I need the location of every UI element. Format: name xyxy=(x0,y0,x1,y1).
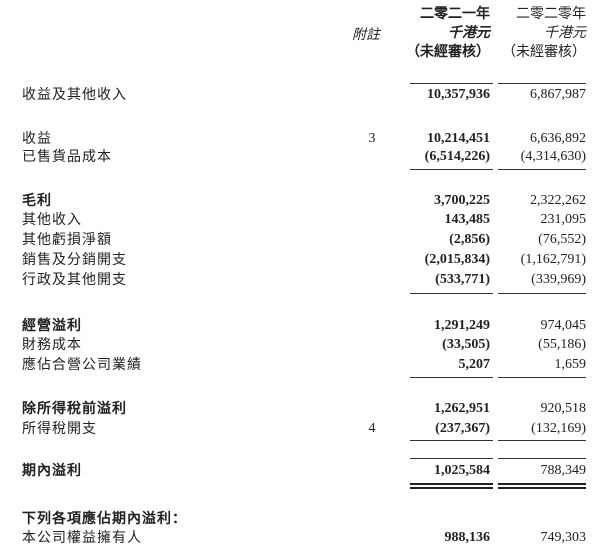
table-row: 其他虧損淨額 (2,856) (76,552) xyxy=(0,229,600,251)
previous-value: (1,162,791) xyxy=(520,252,586,267)
current-value: (533,771) xyxy=(435,272,490,287)
previous-value: 788,349 xyxy=(540,463,587,478)
row-label: 銷售及分銷開支 xyxy=(22,252,127,268)
current-column-rule xyxy=(410,440,493,441)
table-row: 收益及其他收入 10,357,936 6,867,987 xyxy=(0,84,600,106)
row-label: 其他虧損淨額 xyxy=(22,232,112,248)
table-row: 行政及其他開支 (533,771) (339,969) xyxy=(0,269,600,291)
row-label: 收益及其他收入 xyxy=(22,87,127,103)
current-status-header: （未經審核） xyxy=(406,45,490,60)
row-label: 應佔合營公司業績 xyxy=(22,357,142,373)
current-value: (2,015,834) xyxy=(424,252,490,267)
previous-column-double-rule-top xyxy=(498,483,586,485)
row-label: 本公司權益擁有人 xyxy=(22,530,142,546)
current-value: 143,485 xyxy=(444,212,491,227)
previous-value: 231,095 xyxy=(540,212,587,227)
row-label: 所得稅開支 xyxy=(22,421,97,437)
previous-column-rule xyxy=(498,440,586,441)
table-row: 本公司權益擁有人 988,136 749,303 xyxy=(0,527,600,549)
current-column-rule xyxy=(410,293,493,294)
previous-column-double-rule-bottom xyxy=(498,487,586,489)
previous-value: 749,303 xyxy=(540,530,587,545)
current-value: 10,357,936 xyxy=(427,87,490,102)
table-row: 期內溢利 1,025,584 788,349 xyxy=(0,460,600,482)
table-row: 其他收入 143,485 231,095 xyxy=(0,209,600,231)
current-column-rule xyxy=(410,377,493,378)
previous-column-rule xyxy=(498,169,586,170)
previous-value: (339,969) xyxy=(531,272,586,287)
table-row: 除所得稅前溢利 1,262,951 920,518 xyxy=(0,398,600,420)
previous-value: (55,186) xyxy=(538,337,586,352)
row-label: 行政及其他開支 xyxy=(22,272,127,288)
current-value: (2,856) xyxy=(449,232,490,247)
previous-value: 6,867,987 xyxy=(530,87,586,102)
row-label: 已售貨品成本 xyxy=(22,149,112,165)
previous-value: (132,169) xyxy=(531,421,586,436)
previous-value: (76,552) xyxy=(538,232,586,247)
current-value: (6,514,226) xyxy=(424,149,490,164)
row-label: 其他收入 xyxy=(22,212,82,228)
previous-column-rule xyxy=(498,377,586,378)
current-value: 5,207 xyxy=(458,357,491,372)
previous-year-header: 二零二零年 xyxy=(516,7,586,22)
current-value: 1,262,951 xyxy=(434,401,490,416)
table-row: 銷售及分銷開支 (2,015,834) (1,162,791) xyxy=(0,249,600,271)
current-column-rule xyxy=(410,458,493,459)
previous-column-rule xyxy=(498,293,586,294)
current-column-double-rule-bottom xyxy=(410,487,493,489)
current-value: 1,025,584 xyxy=(434,463,490,478)
table-row: 應佔合營公司業績 5,207 1,659 xyxy=(0,354,600,376)
row-note: 4 xyxy=(368,421,376,436)
previous-column-rule xyxy=(498,83,586,84)
current-column-rule xyxy=(410,169,493,170)
current-value: (33,505) xyxy=(442,337,490,352)
previous-value: (4,314,630) xyxy=(520,149,586,164)
row-label: 財務成本 xyxy=(22,337,82,353)
previous-unit-header: 千港元 xyxy=(544,26,586,41)
current-value: 988,136 xyxy=(444,530,491,545)
row-label: 期內溢利 xyxy=(22,463,82,479)
current-value: (237,367) xyxy=(435,421,490,436)
table-row: 所得稅開支 4 (237,367) (132,169) xyxy=(0,418,600,440)
current-year-header: 二零二一年 xyxy=(420,7,490,22)
note-column-header: 附註 xyxy=(352,27,380,43)
table-row: 已售貨品成本 (6,514,226) (4,314,630) xyxy=(0,146,600,168)
current-column-double-rule-top xyxy=(410,483,493,485)
previous-value: 1,659 xyxy=(554,357,587,372)
previous-status-header: （未經審核） xyxy=(502,45,586,60)
previous-column-rule xyxy=(498,458,586,459)
current-unit-header: 千港元 xyxy=(448,26,490,41)
previous-value: 920,518 xyxy=(540,401,587,416)
row-label: 除所得稅前溢利 xyxy=(22,401,127,417)
current-column-rule xyxy=(410,83,493,84)
table-row: 財務成本 (33,505) (55,186) xyxy=(0,334,600,356)
